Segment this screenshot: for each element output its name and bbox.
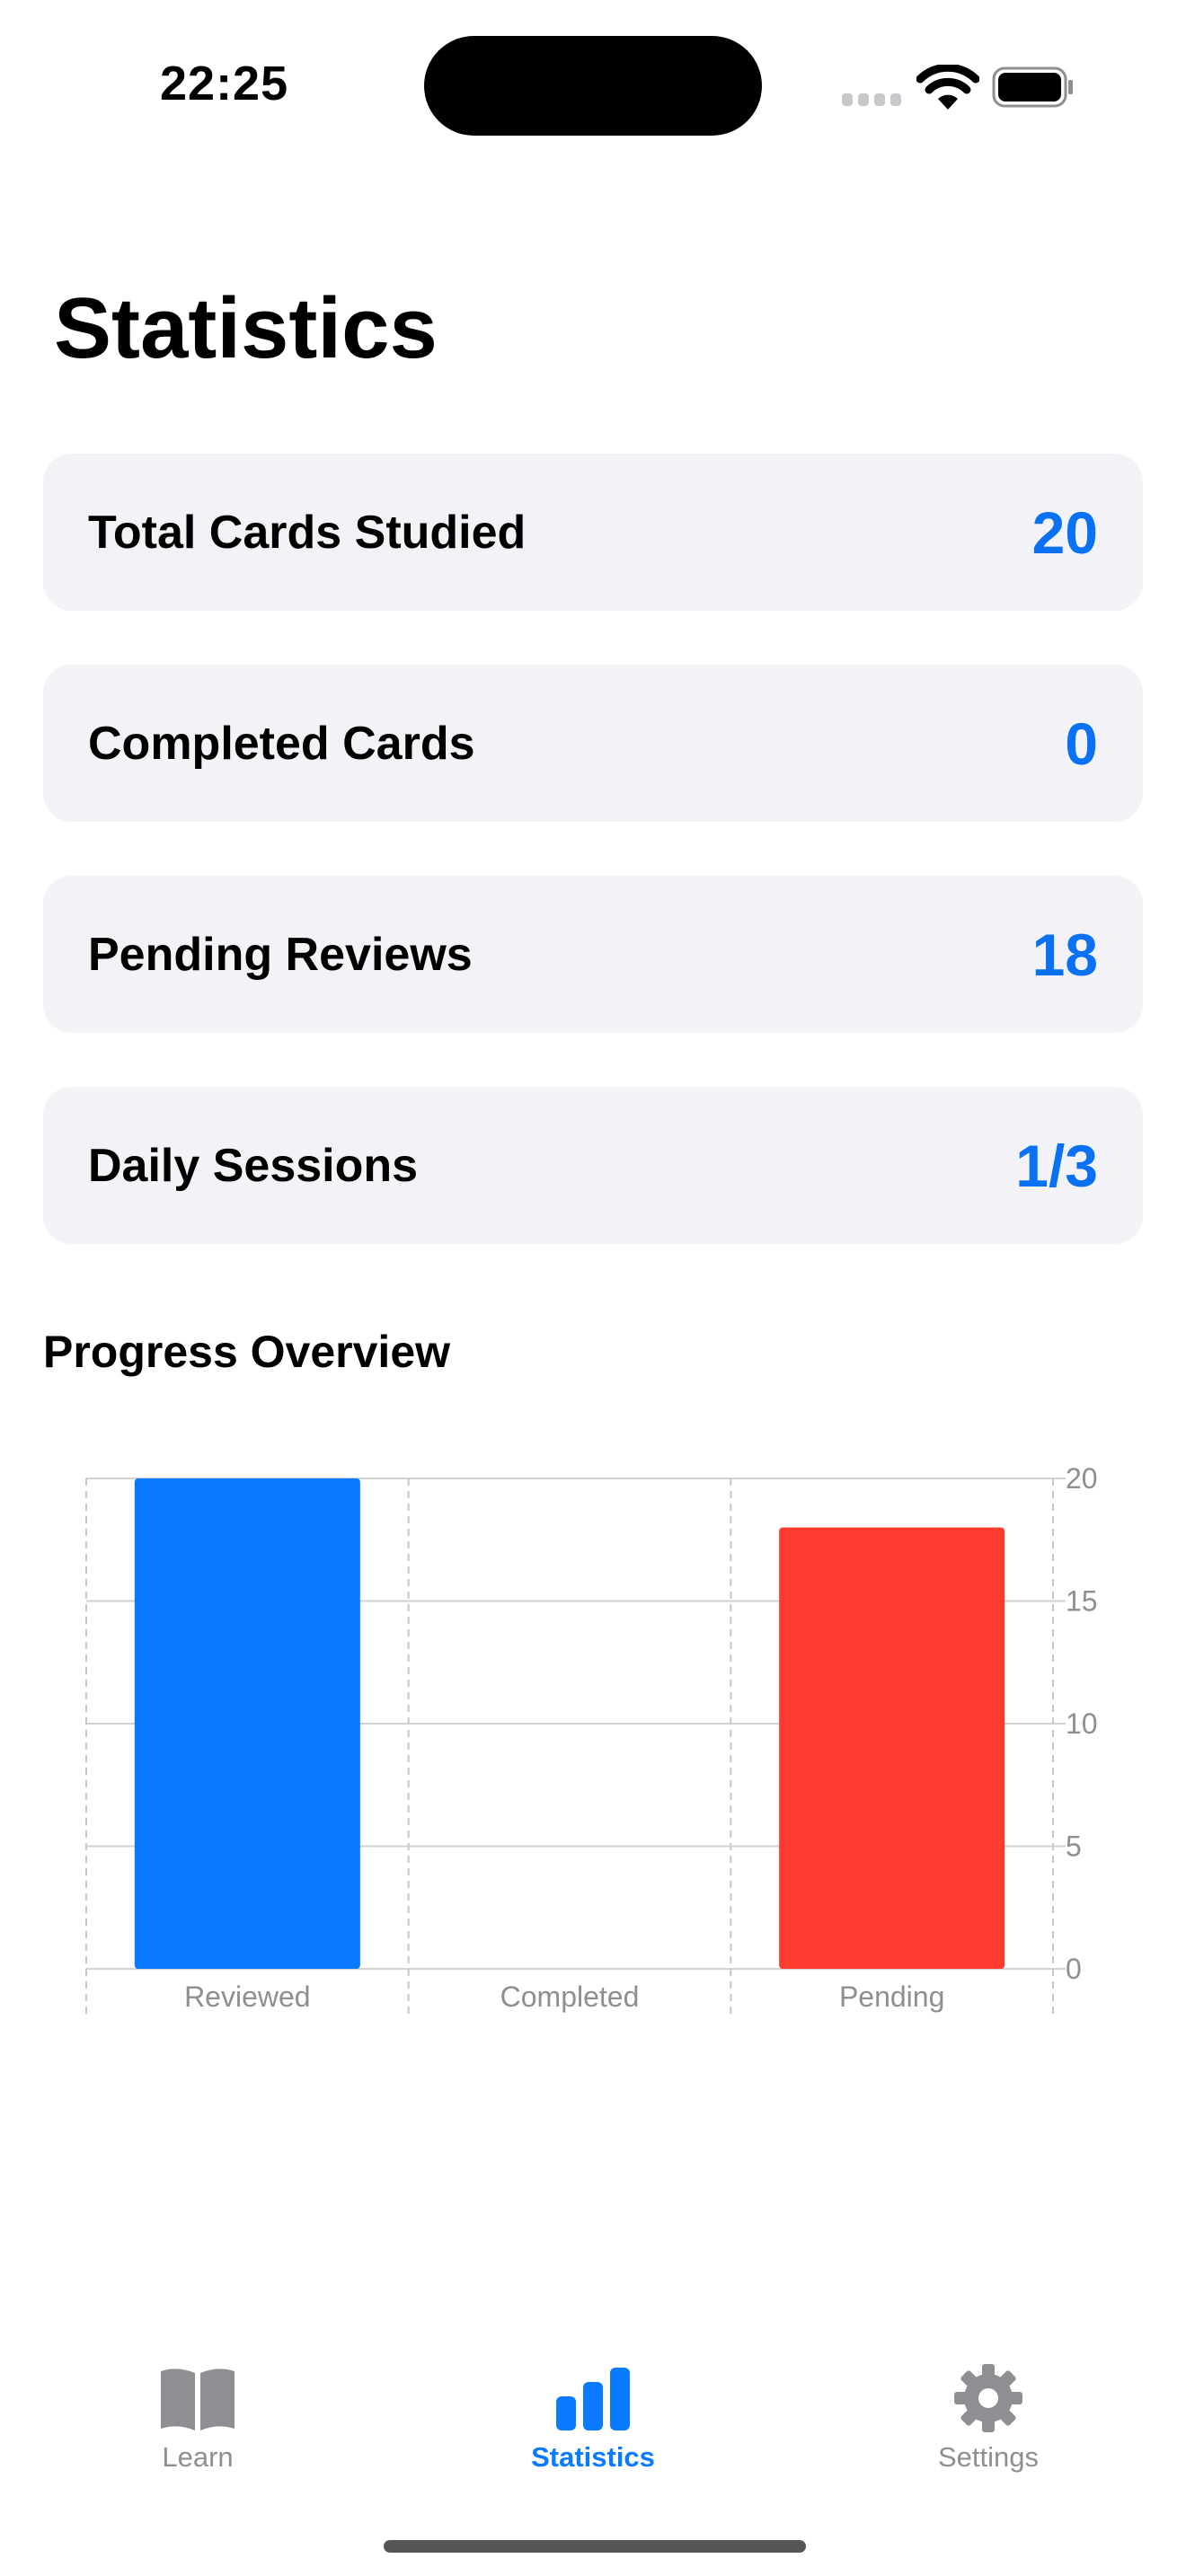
- tab-settings-label: Settings: [937, 2441, 1039, 2473]
- bar-pending: [779, 1527, 1005, 1969]
- stat-label: Completed Cards: [88, 717, 475, 770]
- page-title: Statistics: [54, 280, 438, 376]
- stat-value: 1/3: [1015, 1132, 1098, 1199]
- bar-reviewed: [134, 1478, 360, 1969]
- x-tick-label: Completed: [500, 1981, 640, 2013]
- tab-statistics-label: Statistics: [531, 2441, 655, 2473]
- battery-icon: [992, 66, 1073, 108]
- home-indicator: [384, 2540, 806, 2553]
- y-tick-label: 5: [1066, 1831, 1082, 1863]
- dynamic-island: [424, 36, 762, 136]
- stat-card-daily-sessions: Daily Sessions 1/3: [43, 1087, 1143, 1244]
- stat-value: 18: [1031, 921, 1098, 988]
- book-icon: [161, 2369, 235, 2430]
- progress-bar-chart: 0 5 10 15 20 Reviewed Completed Pending: [85, 1462, 1098, 2014]
- y-tick-label: 15: [1066, 1585, 1098, 1618]
- cellular-signal-icon: [842, 93, 901, 106]
- progress-overview-title: Progress Overview: [43, 1327, 451, 1377]
- tab-learn-label: Learn: [162, 2441, 234, 2473]
- y-tick-label: 0: [1066, 1953, 1082, 1985]
- tab-learn[interactable]: Learn: [81, 2362, 314, 2497]
- stat-card-pending-reviews: Pending Reviews 18: [43, 876, 1143, 1033]
- tab-statistics[interactable]: Statistics: [476, 2362, 710, 2497]
- status-time: 22:25: [160, 57, 289, 110]
- stat-label: Daily Sessions: [88, 1139, 419, 1192]
- stat-label: Total Cards Studied: [88, 506, 527, 559]
- stat-card-total-cards: Total Cards Studied 20: [43, 454, 1143, 611]
- x-tick-label: Pending: [839, 1981, 944, 2013]
- y-tick-label: 10: [1066, 1707, 1098, 1740]
- chart-bar-icon: [556, 2368, 630, 2430]
- stat-value: 20: [1031, 498, 1098, 566]
- tab-settings[interactable]: Settings: [872, 2362, 1105, 2497]
- x-tick-label: Reviewed: [184, 1981, 311, 2013]
- gear-icon: [954, 2364, 1022, 2432]
- wifi-icon: [916, 65, 979, 110]
- stat-value: 0: [1065, 710, 1098, 777]
- y-tick-label: 20: [1066, 1462, 1098, 1495]
- stat-label: Pending Reviews: [88, 928, 473, 981]
- stat-card-completed-cards: Completed Cards 0: [43, 665, 1143, 822]
